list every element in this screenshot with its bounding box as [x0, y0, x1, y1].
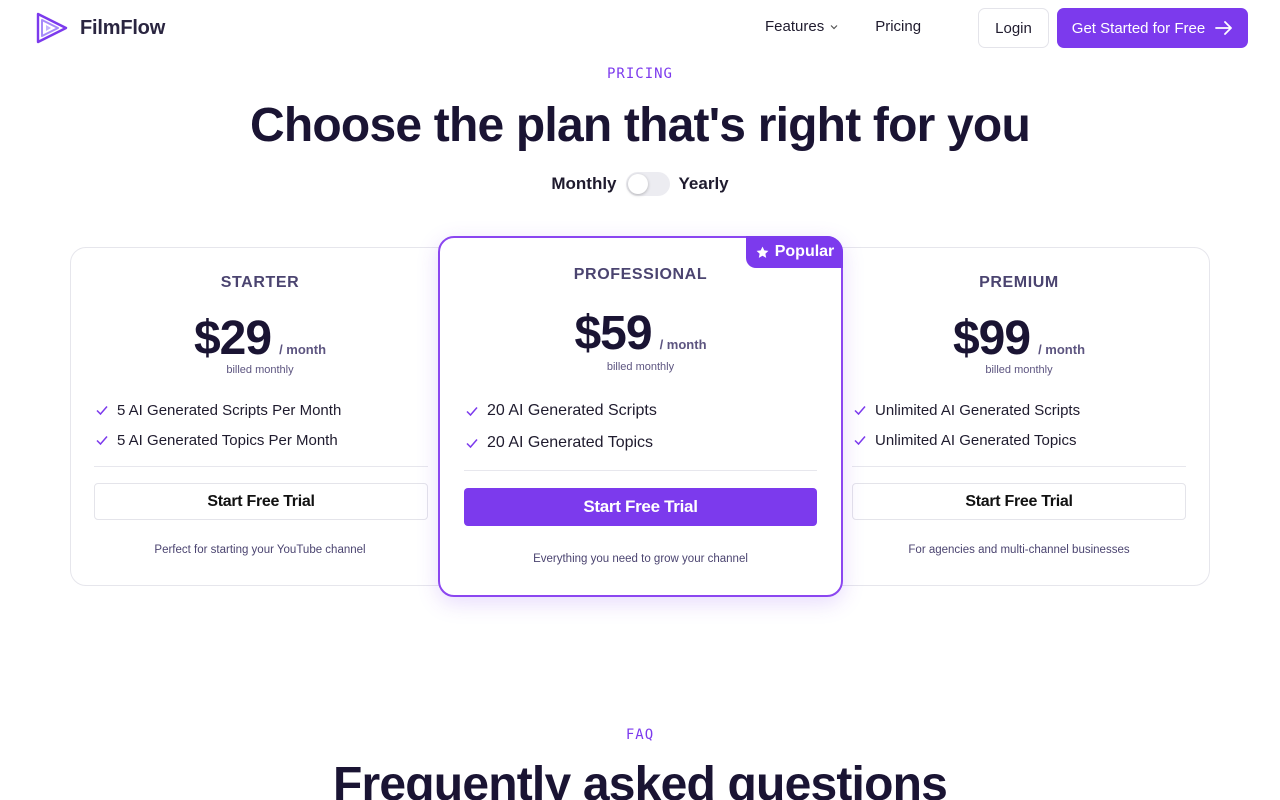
- nav-link-pricing[interactable]: Pricing: [875, 18, 921, 35]
- feature-text: 5 AI Generated Scripts Per Month: [117, 401, 342, 419]
- check-icon: [854, 436, 866, 446]
- faq-title: Frequently asked questions: [332, 758, 948, 800]
- divider: [464, 470, 817, 471]
- get-started-button[interactable]: Get Started for Free: [1057, 8, 1248, 48]
- feature-item: Unlimited AI Generated Scripts: [853, 395, 1188, 425]
- feature-text: Unlimited AI Generated Topics: [875, 431, 1077, 449]
- plan-card-professional: Popular PROFESSIONAL $59 / month billed …: [438, 236, 843, 597]
- feature-item: 5 AI Generated Scripts Per Month: [95, 395, 430, 425]
- billing-note: billed monthly: [226, 364, 294, 376]
- divider: [852, 466, 1186, 467]
- start-trial-button-professional[interactable]: Start Free Trial: [464, 488, 817, 526]
- plan-tagline: Everything you need to grow your channel: [533, 553, 748, 565]
- feature-item: 5 AI Generated Topics Per Month: [95, 425, 430, 455]
- nav-links: Features Pricing: [765, 18, 921, 35]
- billing-note: billed monthly: [606, 361, 675, 373]
- start-trial-button-starter[interactable]: Start Free Trial: [94, 483, 428, 520]
- plan-period: / month: [279, 342, 327, 357]
- chevron-down-icon: [830, 24, 838, 29]
- feature-item: 20 AI Generated Scripts: [465, 395, 815, 427]
- feature-text: 20 AI Generated Scripts: [487, 402, 657, 419]
- plan-name: STARTER: [220, 274, 300, 291]
- price-row: $29 / month: [70, 311, 450, 366]
- switch-knob: [627, 174, 648, 194]
- check-icon: [96, 406, 108, 416]
- plan-period: / month: [1038, 342, 1086, 357]
- toggle-yearly-label[interactable]: Yearly: [679, 174, 729, 194]
- check-icon: [96, 436, 108, 446]
- pricing-title: Choose the plan that's right for you: [250, 99, 1031, 152]
- price-row: $99 / month: [830, 311, 1208, 366]
- plan-card-premium: PREMIUM $99 / month billed monthly Unlim…: [830, 247, 1210, 586]
- plan-tagline: Perfect for starting your YouTube channe…: [154, 544, 366, 556]
- toggle-monthly-label[interactable]: Monthly: [551, 174, 616, 194]
- login-button[interactable]: Login: [978, 8, 1049, 48]
- billing-toggle: Monthly Yearly: [0, 172, 1280, 196]
- top-nav: FilmFlow Features Pricing Login Get Star…: [0, 0, 1280, 56]
- get-started-label: Get Started for Free: [1071, 19, 1206, 37]
- popular-badge: Popular: [746, 236, 843, 268]
- nav-link-features-label: Features: [765, 18, 825, 35]
- plan-name: PREMIUM: [979, 274, 1059, 291]
- brand-logo[interactable]: FilmFlow: [34, 10, 165, 46]
- plan-period: / month: [659, 337, 707, 352]
- arrow-right-icon: [1215, 21, 1233, 35]
- plan-price: $99: [952, 312, 1031, 365]
- feature-text: Unlimited AI Generated Scripts: [875, 401, 1081, 419]
- billing-note: billed monthly: [985, 364, 1053, 376]
- nav-link-features[interactable]: Features: [765, 18, 839, 35]
- star-icon: [756, 246, 769, 258]
- check-icon: [466, 439, 478, 449]
- divider: [94, 466, 428, 467]
- feature-list: 20 AI Generated Scripts 20 AI Generated …: [465, 395, 815, 459]
- feature-list: 5 AI Generated Scripts Per Month 5 AI Ge…: [95, 395, 430, 455]
- start-trial-button-premium[interactable]: Start Free Trial: [852, 483, 1186, 520]
- brand-name: FilmFlow: [80, 16, 166, 39]
- plan-price: $29: [193, 312, 272, 365]
- feature-item: 20 AI Generated Topics: [465, 427, 815, 459]
- pricing-eyebrow: PRICING: [606, 66, 673, 82]
- plan-name: PROFESSIONAL: [573, 266, 708, 283]
- nav-link-pricing-label: Pricing: [875, 18, 922, 35]
- popular-badge-label: Popular: [774, 243, 835, 260]
- play-logo-icon: [36, 12, 68, 44]
- feature-text: 20 AI Generated Topics: [487, 434, 654, 451]
- price-row: $59 / month: [440, 306, 841, 361]
- feature-text: 5 AI Generated Topics Per Month: [117, 431, 338, 449]
- feature-list: Unlimited AI Generated Scripts Unlimited…: [853, 395, 1188, 455]
- plan-price: $59: [574, 307, 652, 360]
- feature-item: Unlimited AI Generated Topics: [853, 425, 1188, 455]
- check-icon: [466, 407, 478, 417]
- faq-eyebrow: FAQ: [625, 727, 655, 743]
- plan-tagline: For agencies and multi-channel businesse…: [908, 544, 1130, 556]
- plan-card-starter: STARTER $29 / month billed monthly 5 AI …: [70, 247, 450, 586]
- billing-switch[interactable]: [625, 172, 670, 196]
- check-icon: [854, 406, 866, 416]
